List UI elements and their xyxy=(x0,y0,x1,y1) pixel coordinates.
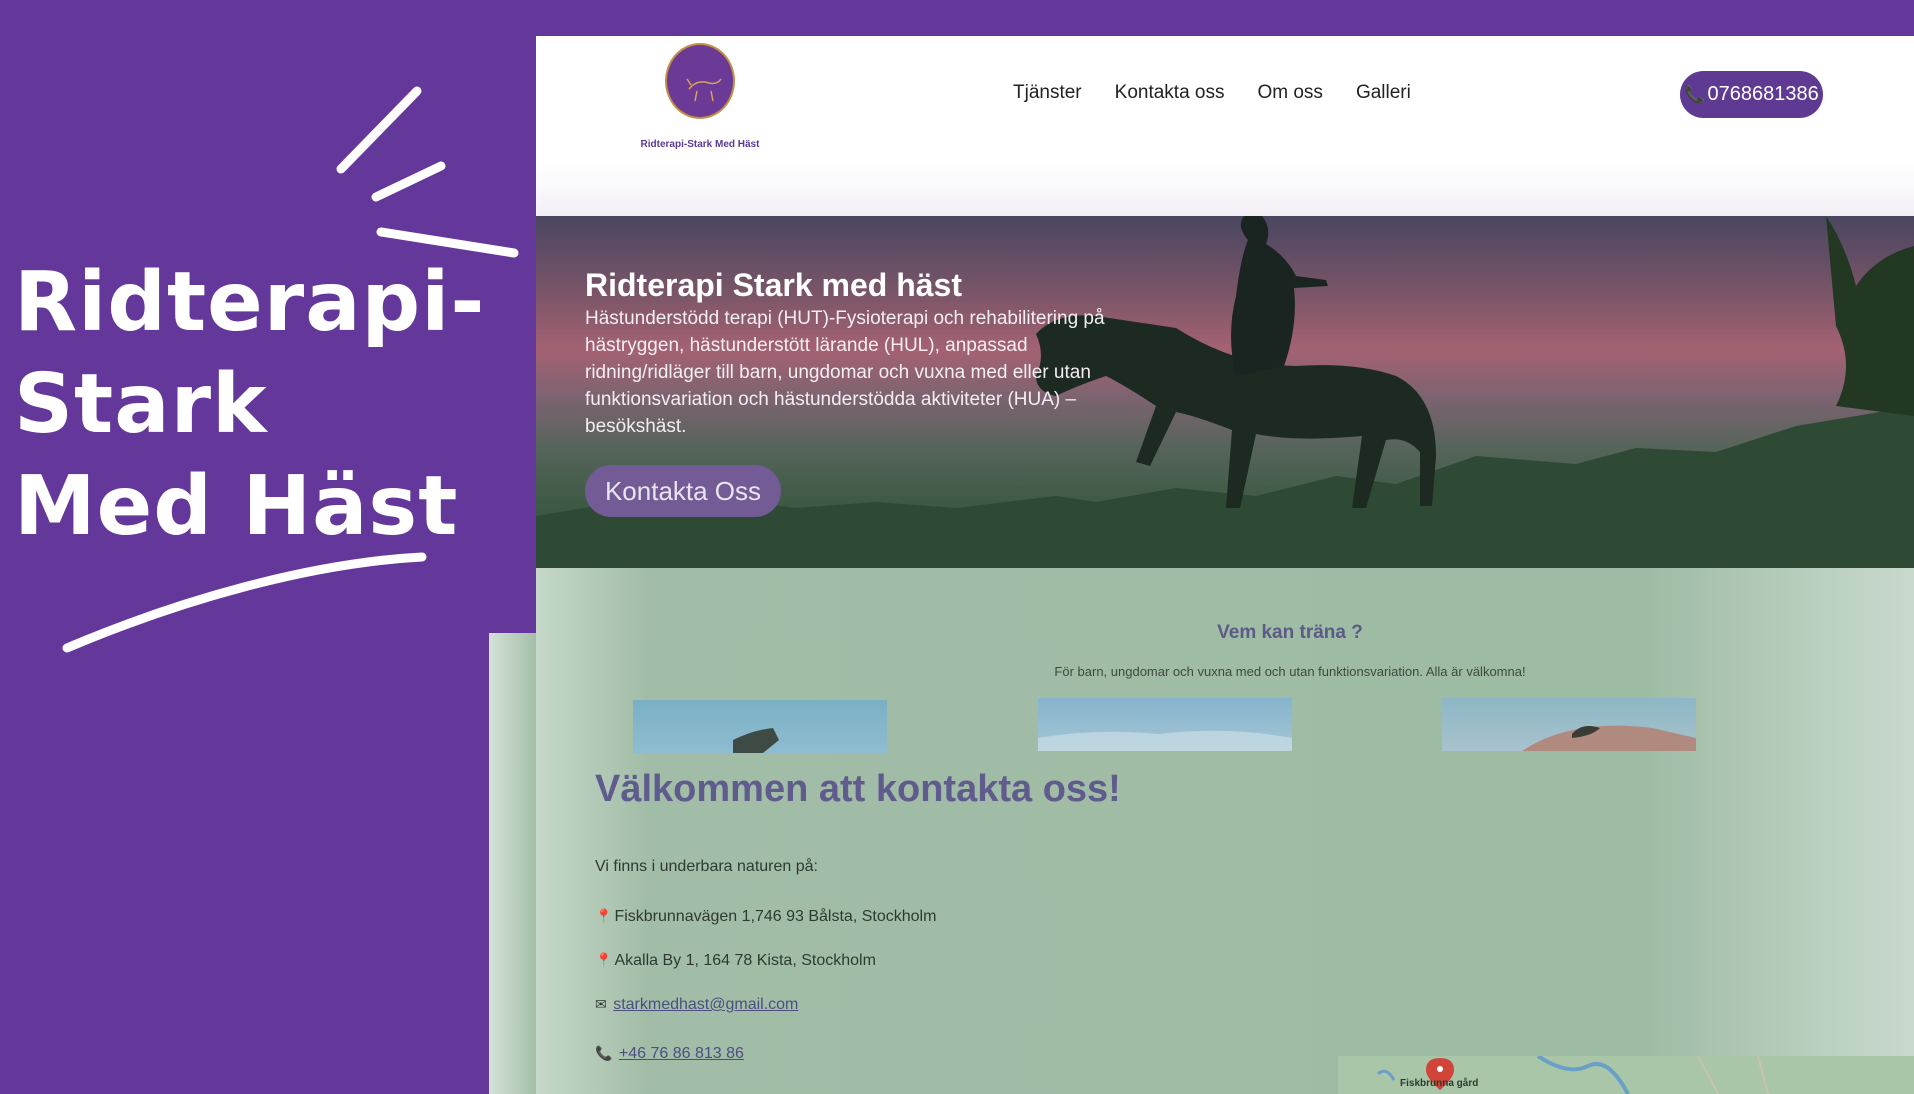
nav-item-kontakta-oss[interactable]: Kontakta oss xyxy=(1115,82,1225,104)
logo[interactable] xyxy=(665,43,735,119)
gallery-image[interactable] xyxy=(1038,698,1292,751)
map-place-label: Fiskbrunna gård xyxy=(1400,1078,1479,1089)
phone-line: 📞 +46 76 86 813 86 xyxy=(595,1045,744,1063)
contact-heading: Välkommen att kontakta oss! xyxy=(595,768,1121,810)
who-can-train-text: För barn, ungdomar och vuxna med och uta… xyxy=(1054,664,1526,679)
nav-item-tjanster[interactable]: Tjänster xyxy=(1013,82,1082,104)
nav-item-galleri[interactable]: Galleri xyxy=(1356,82,1411,104)
website-screenshot: Ridterapi-Stark Med Häst Tjänster Kontak… xyxy=(536,36,1914,1094)
address-line: 📍 Akalla By 1, 164 78 Kista, Stockholm xyxy=(595,952,876,970)
page-background-strip xyxy=(489,633,536,1094)
hero-banner: Ridterapi Stark med häst Hästunderstödd … xyxy=(536,216,1914,568)
who-can-train-heading: Vem kan träna ? xyxy=(1217,622,1363,643)
address-1: Fiskbrunnavägen 1,746 93 Bålsta, Stockho… xyxy=(614,908,937,925)
gallery-photo xyxy=(733,728,779,753)
hero-description: Hästunderstödd terapi (HUT)-Fysioterapi … xyxy=(585,308,1105,437)
pin-icon: 📍 xyxy=(595,908,613,924)
main-nav: Tjänster Kontakta oss Om oss Galleri xyxy=(1013,82,1411,104)
address-2: Akalla By 1, 164 78 Kista, Stockholm xyxy=(614,952,876,969)
contact-us-button[interactable]: Kontakta Oss xyxy=(585,465,781,517)
promo-title: Ridterapi- Stark Med Häst xyxy=(14,252,485,558)
gallery-image[interactable] xyxy=(633,700,887,753)
gallery-photo xyxy=(1038,730,1292,751)
nav-item-om-oss[interactable]: Om oss xyxy=(1257,82,1322,104)
logo-text: Ridterapi-Stark Med Häst xyxy=(640,139,760,150)
phone-button[interactable]: 📞 0768681386 xyxy=(1680,71,1823,118)
phone-icon: 📞 xyxy=(1684,84,1706,104)
site-header: Ridterapi-Stark Med Häst Tjänster Kontak… xyxy=(536,36,1914,216)
address-line: 📍 Fiskbrunnavägen 1,746 93 Bålsta, Stockh… xyxy=(595,908,936,926)
promo-title-line: Med Häst xyxy=(14,459,459,554)
promo-title-line: Ridterapi- xyxy=(14,255,486,350)
contact-intro: Vi finns i underbara naturen på: xyxy=(595,858,818,875)
phone-button-label: 0768681386 xyxy=(1707,83,1819,105)
phone-icon: 📞 xyxy=(595,1045,613,1061)
gallery-image[interactable] xyxy=(1442,698,1696,751)
mail-icon: ✉ xyxy=(595,996,607,1012)
email-line: ✉ starkmedhast@gmail.com xyxy=(595,996,798,1014)
horse-logo-icon xyxy=(686,78,722,102)
email-link[interactable]: starkmedhast@gmail.com xyxy=(613,996,798,1013)
promo-title-line: Stark xyxy=(14,357,268,452)
main-section: Vem kan träna ? För barn, ungdomar och v… xyxy=(536,568,1914,1094)
pin-icon: 📍 xyxy=(595,952,613,968)
map-embed[interactable]: Fiskbrunna gård xyxy=(1338,1056,1914,1094)
hero-title: Ridterapi Stark med häst xyxy=(585,267,962,303)
gallery-photo xyxy=(1522,725,1696,751)
phone-link[interactable]: +46 76 86 813 86 xyxy=(619,1045,744,1062)
